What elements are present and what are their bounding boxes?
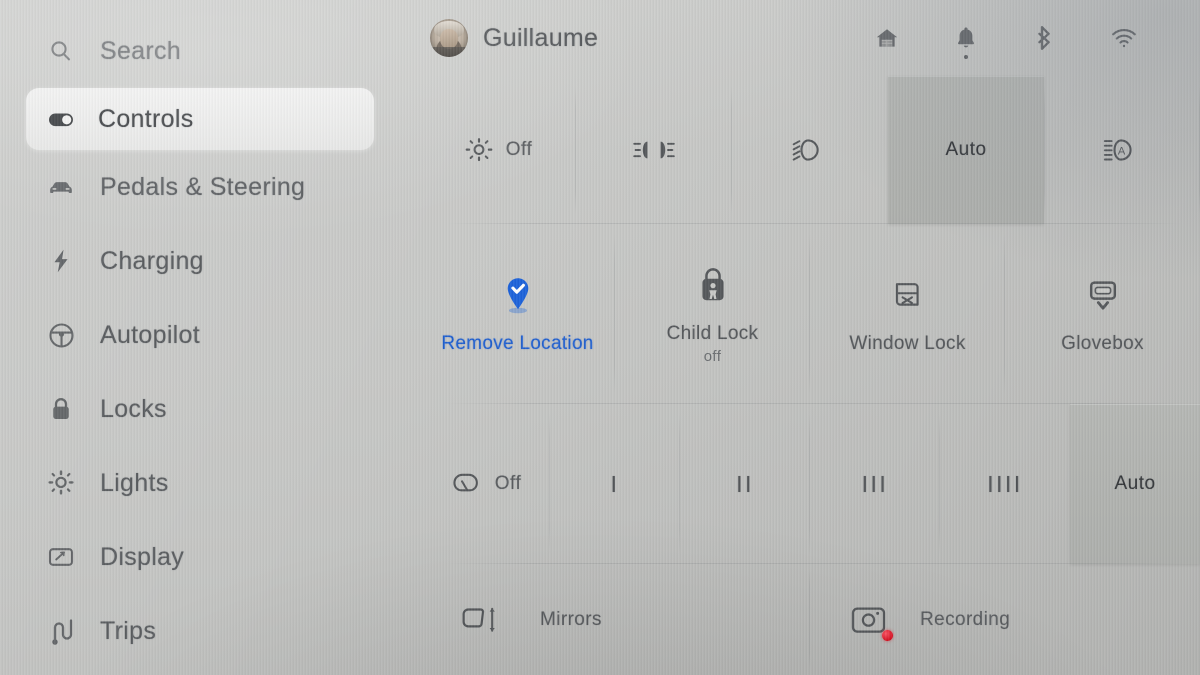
settings-sidebar: Search Controls Pedals & Steering Chargi… bbox=[0, 0, 420, 675]
sidebar-item-label: Lights bbox=[100, 468, 169, 497]
wiper-icon bbox=[449, 469, 483, 499]
glovebox-icon bbox=[1083, 273, 1123, 317]
wipers-option-label: Auto bbox=[1114, 473, 1156, 494]
controls-panel: Off Auto A Remove Location Child Lock of… bbox=[420, 76, 1200, 675]
wipers-option-1[interactable]: I bbox=[550, 404, 680, 564]
display-icon bbox=[44, 540, 78, 574]
sidebar-item-pedals-steering[interactable]: Pedals & Steering bbox=[0, 150, 420, 224]
profile-button[interactable]: Guillaume bbox=[430, 19, 598, 57]
lights-option-label: Auto bbox=[945, 139, 987, 160]
window-lock-icon bbox=[888, 273, 928, 317]
sidebar-item-lights[interactable]: Lights bbox=[0, 446, 420, 520]
low-beam-icon bbox=[791, 136, 829, 164]
sidebar-item-locks[interactable]: Locks bbox=[0, 372, 420, 446]
sidebar-item-label: Display bbox=[100, 542, 185, 571]
search-icon bbox=[44, 34, 78, 68]
sidebar-item-label: Charging bbox=[100, 246, 204, 275]
dashcam-icon bbox=[848, 602, 893, 641]
wipers-option-2[interactable]: II bbox=[680, 404, 810, 564]
sidebar-item-label: Trips bbox=[100, 616, 157, 645]
trips-icon bbox=[44, 614, 78, 648]
toggle-tiles-row: Remove Location Child Lock off Window Lo… bbox=[420, 224, 1200, 404]
bottom-controls-row: Mirrors Recording bbox=[420, 564, 1200, 675]
tile-mirrors[interactable]: Mirrors bbox=[420, 564, 810, 675]
tile-label: Remove Location bbox=[441, 332, 594, 354]
sidebar-item-display[interactable]: Display bbox=[0, 520, 420, 594]
avatar bbox=[430, 19, 468, 57]
wipers-control-row: Off I II III IIII Auto bbox=[420, 404, 1200, 564]
tile-remove-location[interactable]: Remove Location bbox=[420, 224, 615, 404]
light-off-sun-icon bbox=[464, 135, 494, 165]
lock-icon bbox=[44, 392, 78, 426]
sidebar-item-label: Search bbox=[100, 36, 182, 65]
tile-label: Mirrors bbox=[540, 608, 602, 630]
wipers-option-label: III bbox=[861, 470, 889, 497]
wipers-option-label: I bbox=[610, 470, 620, 497]
notification-badge bbox=[964, 55, 968, 59]
sidebar-item-autopilot[interactable]: Autopilot bbox=[0, 298, 420, 372]
tile-recording[interactable]: Recording bbox=[810, 564, 1200, 675]
home-icon[interactable] bbox=[871, 22, 903, 54]
wipers-option-label: II bbox=[736, 470, 754, 497]
wipers-option-off[interactable]: Off bbox=[420, 404, 550, 564]
profile-name: Guillaume bbox=[483, 23, 599, 52]
lights-option-parking[interactable] bbox=[576, 76, 732, 224]
lights-option-auto[interactable]: Auto bbox=[888, 76, 1044, 224]
lights-control-row: Off Auto A bbox=[420, 76, 1200, 224]
tile-glovebox[interactable]: Glovebox bbox=[1005, 224, 1200, 404]
sidebar-item-label: Autopilot bbox=[100, 320, 200, 349]
bluetooth-icon[interactable] bbox=[1029, 22, 1061, 54]
tile-label: Child Lock bbox=[666, 323, 759, 344]
wifi-icon[interactable] bbox=[1108, 22, 1140, 54]
lights-option-off[interactable]: Off bbox=[420, 76, 576, 224]
bolt-icon bbox=[44, 244, 78, 278]
toggle-icon bbox=[44, 102, 78, 136]
wipers-option-4[interactable]: IIII bbox=[940, 404, 1070, 564]
parking-lights-icon bbox=[632, 137, 676, 163]
tile-label: Recording bbox=[920, 608, 1011, 630]
sidebar-item-trips[interactable]: Trips bbox=[0, 594, 420, 668]
svg-text:A: A bbox=[1118, 146, 1126, 158]
wipers-option-auto[interactable]: Auto bbox=[1070, 404, 1200, 564]
vehicle-touchscreen: Search Controls Pedals & Steering Chargi… bbox=[0, 0, 1200, 675]
car-icon bbox=[44, 170, 78, 204]
steering-wheel-icon bbox=[44, 318, 78, 352]
bell-icon[interactable] bbox=[950, 22, 982, 59]
tile-child-lock[interactable]: Child Lock off bbox=[615, 224, 810, 404]
lights-option-low-beam[interactable] bbox=[732, 76, 888, 224]
tile-window-lock[interactable]: Window Lock bbox=[810, 224, 1005, 404]
recording-indicator-dot bbox=[882, 629, 893, 641]
auto-high-beam-icon: A bbox=[1102, 136, 1142, 164]
sidebar-item-label: Pedals & Steering bbox=[100, 172, 306, 201]
map-pin-check-icon bbox=[498, 273, 538, 317]
sidebar-item-charging[interactable]: Charging bbox=[0, 224, 420, 298]
wipers-segmented-control: Off I II III IIII Auto bbox=[420, 404, 1200, 564]
lights-option-auto-high-beam[interactable]: A bbox=[1044, 76, 1200, 224]
lights-option-label: Off bbox=[505, 139, 533, 160]
wipers-option-label: IIII bbox=[987, 470, 1023, 497]
tile-label: Window Lock bbox=[849, 332, 966, 354]
sidebar-item-search[interactable]: Search bbox=[0, 14, 420, 88]
status-icon-group bbox=[871, 22, 1200, 59]
lights-segmented-control: Off Auto A bbox=[420, 76, 1200, 224]
tile-label: Glovebox bbox=[1061, 332, 1144, 354]
sidebar-item-label: Locks bbox=[100, 394, 167, 423]
mirror-adjust-icon bbox=[458, 600, 510, 640]
wipers-option-label: Off bbox=[494, 473, 522, 494]
sidebar-item-label: Controls bbox=[98, 104, 194, 133]
tile-sublabel: off bbox=[703, 348, 722, 365]
child-lock-icon bbox=[696, 263, 730, 307]
sun-icon bbox=[44, 466, 78, 500]
sidebar-item-controls[interactable]: Controls bbox=[26, 88, 374, 150]
wipers-option-3[interactable]: III bbox=[810, 404, 940, 564]
top-status-bar: Guillaume bbox=[420, 0, 1200, 76]
